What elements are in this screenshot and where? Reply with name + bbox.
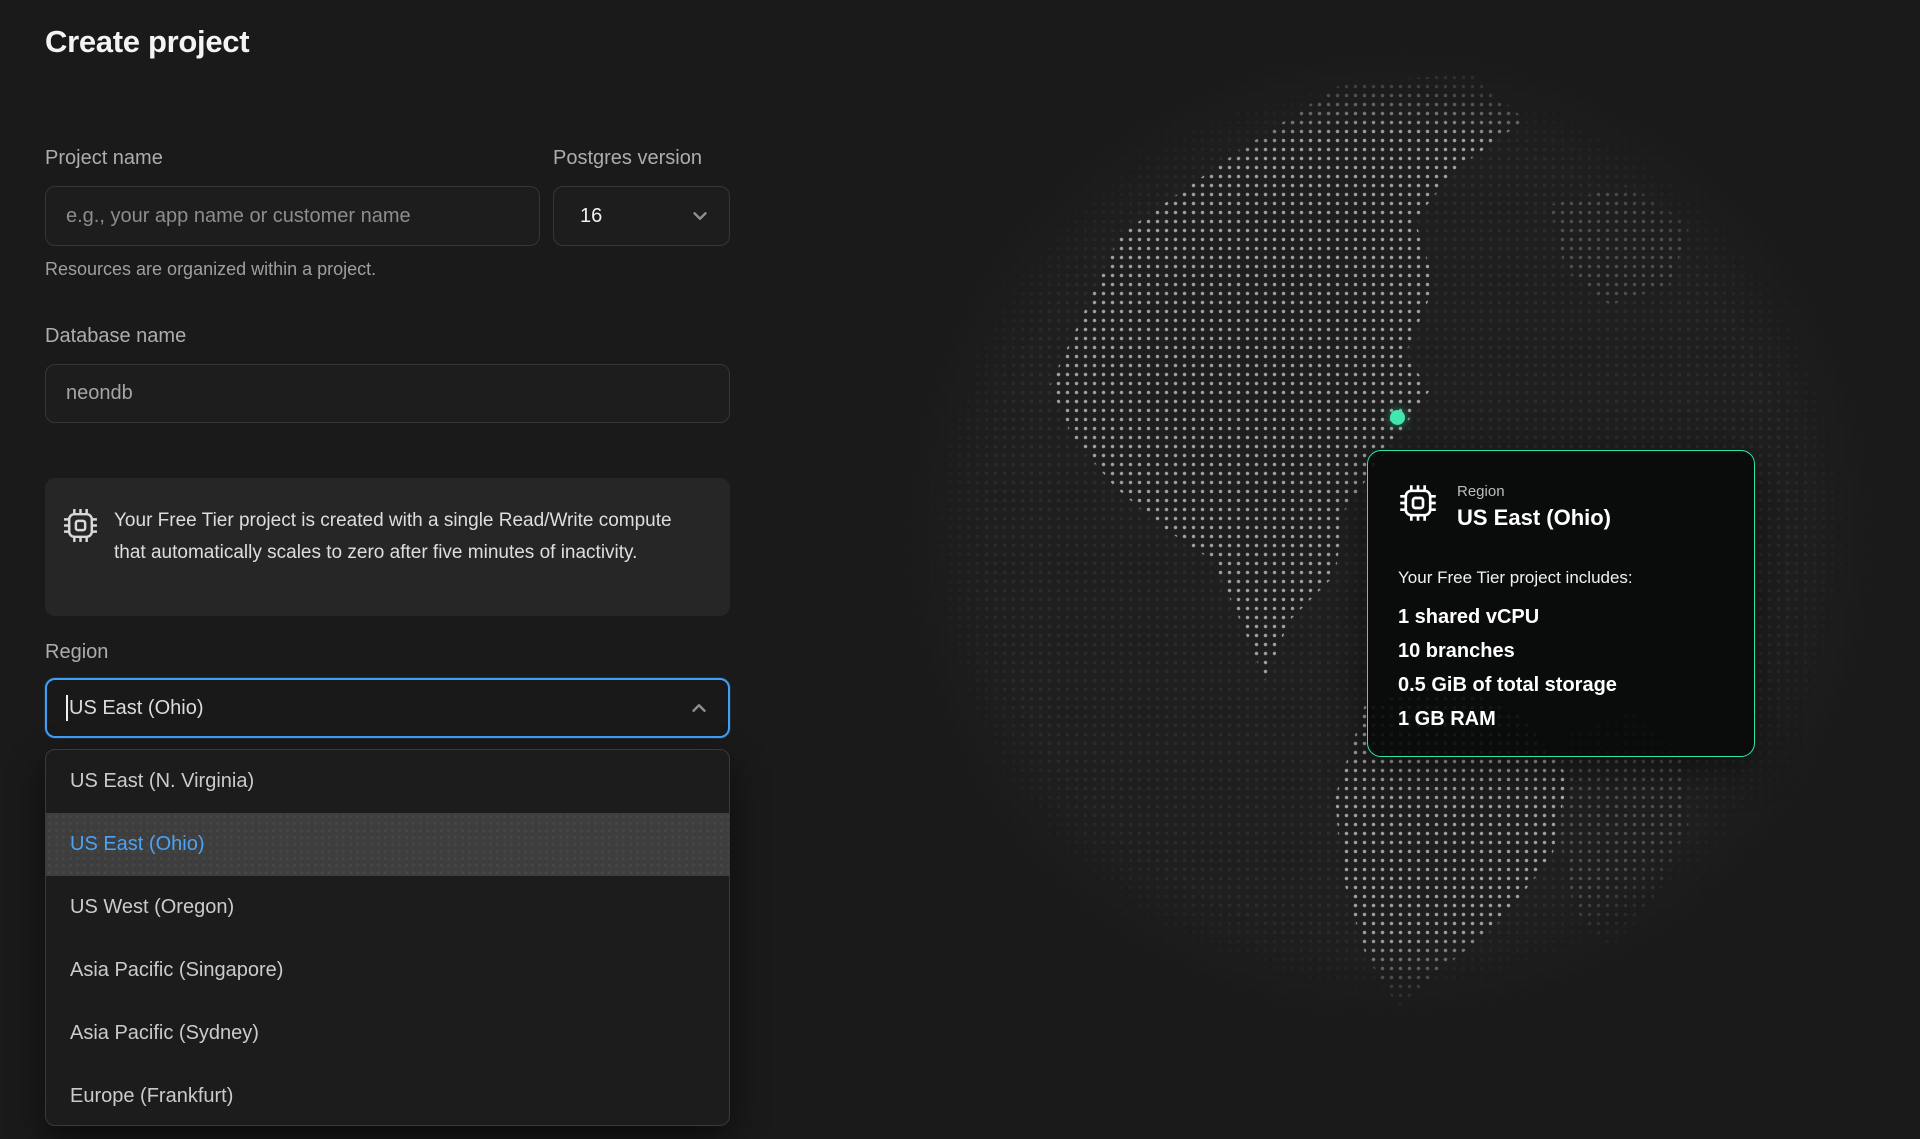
tooltip-include-item: 1 shared vCPU: [1398, 600, 1726, 634]
free-tier-notice: Your Free Tier project is created with a…: [45, 478, 730, 616]
cpu-chip-icon: [1398, 483, 1438, 523]
region-option-label: US East (N. Virginia): [70, 770, 254, 793]
tooltip-region-name: US East (Ohio): [1457, 505, 1611, 531]
project-name-input[interactable]: [45, 186, 540, 246]
chevron-up-icon[interactable]: [688, 697, 710, 719]
chevron-down-icon: [689, 205, 711, 227]
region-option[interactable]: US East (Ohio): [46, 813, 729, 876]
tooltip-include-item: 0.5 GiB of total storage: [1398, 668, 1726, 702]
region-dropdown-list: US East (N. Virginia) US East (Ohio) US …: [45, 749, 730, 1126]
region-option-label: US East (Ohio): [70, 833, 204, 856]
tooltip-region-label: Region: [1457, 483, 1611, 500]
postgres-version-value: 16: [580, 205, 602, 228]
tooltip-include-item: 10 branches: [1398, 634, 1726, 668]
project-name-label: Project name: [45, 147, 163, 170]
project-name-helper: Resources are organized within a project…: [45, 259, 376, 280]
free-tier-notice-text: Your Free Tier project is created with a…: [114, 505, 674, 616]
page-title: Create project: [45, 24, 249, 60]
tooltip-include-text: 1 shared vCPU: [1398, 606, 1539, 628]
region-option[interactable]: Asia Pacific (Sydney): [46, 1002, 729, 1065]
database-name-input[interactable]: [45, 364, 730, 423]
tooltip-include-text: 1 GB RAM: [1398, 708, 1496, 730]
tooltip-include-item: 1 GB RAM: [1398, 702, 1726, 736]
region-tooltip-card: Region US East (Ohio) Your Free Tier pro…: [1367, 450, 1755, 757]
region-option-label: Europe (Frankfurt): [70, 1085, 233, 1108]
region-option-label: Asia Pacific (Singapore): [70, 959, 283, 982]
database-name-label: Database name: [45, 325, 186, 348]
region-option[interactable]: Asia Pacific (Singapore): [46, 939, 729, 1002]
tooltip-includes-title: Your Free Tier project includes:: [1398, 568, 1726, 588]
postgres-version-select[interactable]: 16: [553, 186, 730, 246]
region-option[interactable]: US West (Oregon): [46, 876, 729, 939]
region-combobox[interactable]: US East (Ohio): [45, 678, 730, 738]
region-option[interactable]: US East (N. Virginia): [46, 750, 729, 813]
region-combobox-value: US East (Ohio): [69, 697, 688, 720]
cpu-chip-icon: [62, 507, 99, 616]
region-location-marker[interactable]: [1390, 410, 1405, 425]
postgres-version-label: Postgres version: [553, 147, 702, 170]
tooltip-includes-list: 1 shared vCPU 10 branches 0.5 GiB of tot…: [1398, 600, 1726, 736]
region-option-label: Asia Pacific (Sydney): [70, 1022, 259, 1045]
tooltip-include-text: 0.5 GiB of total storage: [1398, 674, 1617, 696]
region-option-label: US West (Oregon): [70, 896, 234, 919]
region-option[interactable]: Europe (Frankfurt): [46, 1065, 729, 1126]
region-label: Region: [45, 641, 108, 664]
text-caret: [66, 695, 68, 721]
tooltip-include-text: 10 branches: [1398, 640, 1515, 662]
